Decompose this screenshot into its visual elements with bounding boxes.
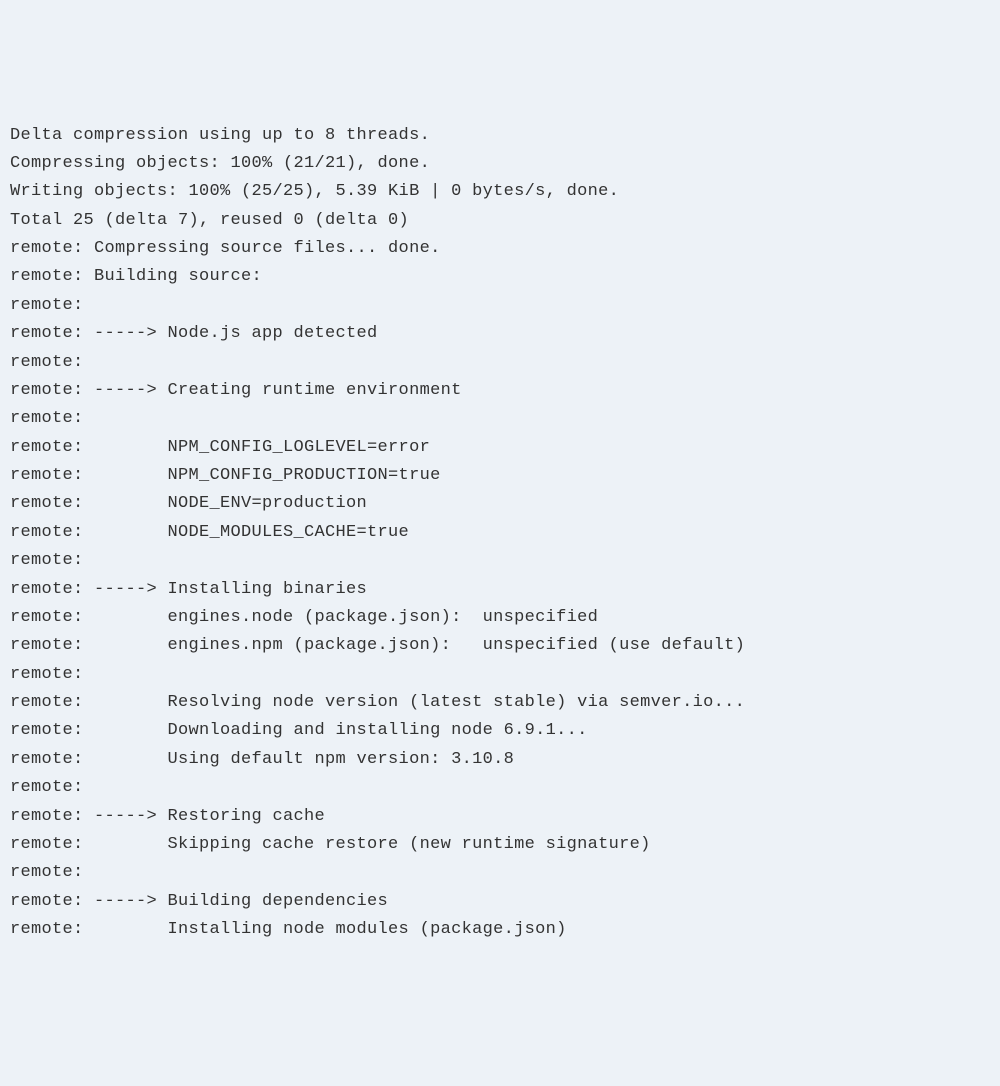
terminal-line: remote: -----> Installing binaries xyxy=(10,576,990,604)
terminal-line: remote: xyxy=(10,661,990,689)
terminal-line: remote: NPM_CONFIG_LOGLEVEL=error xyxy=(10,434,990,462)
terminal-line: remote: xyxy=(10,547,990,575)
terminal-line: remote: xyxy=(10,405,990,433)
terminal-line: remote: -----> Restoring cache xyxy=(10,803,990,831)
terminal-line: Delta compression using up to 8 threads. xyxy=(10,122,990,150)
terminal-line: remote: -----> Creating runtime environm… xyxy=(10,377,990,405)
terminal-line: remote: NODE_MODULES_CACHE=true xyxy=(10,519,990,547)
terminal-line: remote: engines.npm (package.json): unsp… xyxy=(10,632,990,660)
terminal-line: Writing objects: 100% (25/25), 5.39 KiB … xyxy=(10,178,990,206)
terminal-line: remote: -----> Building dependencies xyxy=(10,888,990,916)
terminal-line: remote: Resolving node version (latest s… xyxy=(10,689,990,717)
terminal-line: remote: NODE_ENV=production xyxy=(10,490,990,518)
terminal-line: remote: NPM_CONFIG_PRODUCTION=true xyxy=(10,462,990,490)
terminal-line: remote: Downloading and installing node … xyxy=(10,717,990,745)
terminal-line: remote: xyxy=(10,859,990,887)
terminal-line: remote: xyxy=(10,774,990,802)
terminal-line: remote: Installing node modules (package… xyxy=(10,916,990,944)
terminal-line: Total 25 (delta 7), reused 0 (delta 0) xyxy=(10,207,990,235)
terminal-line: remote: Using default npm version: 3.10.… xyxy=(10,746,990,774)
terminal-line: remote: xyxy=(10,349,990,377)
terminal-line: Compressing objects: 100% (21/21), done. xyxy=(10,150,990,178)
terminal-line: remote: engines.node (package.json): uns… xyxy=(10,604,990,632)
terminal-line: remote: Compressing source files... done… xyxy=(10,235,990,263)
terminal-line: remote: Skipping cache restore (new runt… xyxy=(10,831,990,859)
terminal-line: remote: xyxy=(10,292,990,320)
terminal-line: remote: Building source: xyxy=(10,263,990,291)
terminal-line: remote: -----> Node.js app detected xyxy=(10,320,990,348)
